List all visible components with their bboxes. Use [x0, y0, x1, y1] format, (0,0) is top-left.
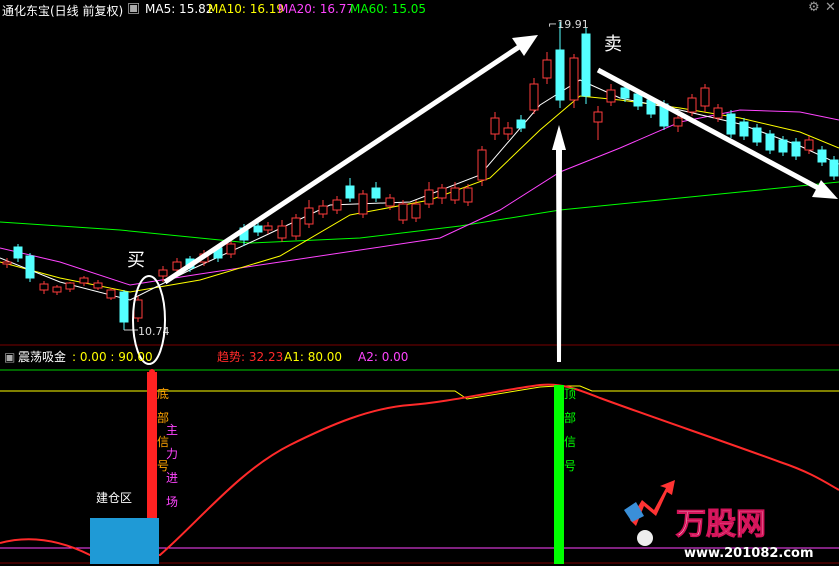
- main-char-2: 力: [166, 447, 178, 461]
- candle: [569, 57, 579, 101]
- candle: [304, 207, 314, 225]
- indicator-collapse-icon[interactable]: ▣: [4, 350, 15, 364]
- candle: [606, 89, 616, 103]
- candle: [277, 225, 287, 239]
- candle: [804, 139, 814, 151]
- bottom-char-1: 底: [157, 386, 169, 401]
- a1-value: A1: 80.00: [284, 350, 342, 364]
- main-char-1: 主: [166, 423, 178, 437]
- candle: [516, 119, 526, 129]
- candle: [633, 93, 643, 107]
- candlestick-chart: ⌐19.91 10.74 买 卖 ▣ 震荡吸金 : 0.00 : 90.00 趋…: [0, 18, 839, 564]
- trend-value: 趋势: 32.23: [217, 350, 283, 364]
- candle: [555, 49, 565, 101]
- a2-value: A2: 0.00: [358, 350, 408, 364]
- candle: [39, 283, 49, 291]
- high-price-label: ⌐19.91: [548, 18, 589, 31]
- candle: [713, 107, 723, 119]
- candle: [726, 113, 736, 135]
- candle: [332, 199, 342, 211]
- candle: [817, 149, 827, 163]
- main-char-4: 场: [166, 495, 178, 509]
- candle: [581, 33, 591, 97]
- candle: [93, 282, 103, 289]
- candle: [673, 117, 683, 127]
- candles-group: [2, 22, 839, 330]
- a1-line: [0, 385, 839, 400]
- candle: [791, 141, 801, 157]
- candle: [2, 261, 12, 265]
- candle: [371, 187, 381, 199]
- top-char-2: 部: [564, 410, 576, 425]
- main-char-3: 进: [166, 471, 178, 485]
- candle: [411, 203, 421, 219]
- candle: [765, 133, 775, 151]
- candle: [593, 111, 603, 123]
- candle: [700, 87, 710, 107]
- candle: [739, 121, 749, 137]
- candle: [52, 286, 62, 293]
- candle: [477, 149, 487, 181]
- candle: [542, 59, 552, 79]
- candle: [291, 217, 301, 237]
- candle: [226, 243, 236, 255]
- watermark-brand: 万股网: [676, 507, 766, 542]
- buy-label: 买: [127, 250, 145, 271]
- candle: [345, 185, 355, 199]
- indicator-values: : 0.00 : 90.00: [72, 350, 153, 364]
- watermark-logo: 万股网 www.201082.com: [624, 480, 814, 561]
- candle: [158, 269, 168, 277]
- bottom-signal-dot: [149, 369, 155, 375]
- top-char-4: 号: [564, 459, 576, 473]
- candle: [119, 291, 129, 323]
- candle: [385, 197, 395, 207]
- ma10-line: [0, 95, 839, 293]
- candle: [358, 193, 368, 215]
- candle: [172, 261, 182, 271]
- candle: [13, 246, 23, 259]
- candle: [65, 282, 75, 290]
- indicator-name: 震荡吸金: [18, 349, 66, 364]
- candle: [503, 127, 513, 135]
- candle: [752, 127, 762, 143]
- watermark-dice-icon: [637, 530, 653, 546]
- high-price-text: 19.91: [557, 18, 589, 31]
- candle: [79, 277, 89, 284]
- candle: [829, 159, 839, 177]
- candle: [106, 289, 116, 299]
- trend-down-arrow: [596, 67, 838, 199]
- build-zone-box: [90, 518, 159, 564]
- candle: [424, 189, 434, 205]
- top-char-3: 信: [564, 435, 576, 449]
- candle: [437, 187, 447, 199]
- candle: [25, 255, 35, 279]
- candle: [463, 187, 473, 203]
- ma20-line: [0, 109, 839, 286]
- candle: [529, 83, 539, 111]
- candle: [687, 97, 697, 113]
- candle: [398, 203, 408, 221]
- candle: [620, 87, 630, 99]
- candle: [490, 117, 500, 135]
- candle: [318, 205, 328, 215]
- top-char-1: 顶: [564, 387, 576, 401]
- candle: [263, 225, 273, 231]
- build-zone-label: 建仓区: [96, 491, 132, 505]
- watermark-url: www.201082.com: [684, 546, 814, 561]
- stock-chart-window: 通化东宝(日线 前复权) ▣ MA5: 15.82 MA10: 16.19 MA…: [0, 0, 839, 566]
- top-signal-bar: [554, 385, 564, 564]
- sell-label: 卖: [604, 34, 622, 55]
- top-signal-arrow: [552, 125, 566, 362]
- candle: [450, 187, 460, 201]
- candle: [778, 139, 788, 153]
- candle: [253, 225, 263, 233]
